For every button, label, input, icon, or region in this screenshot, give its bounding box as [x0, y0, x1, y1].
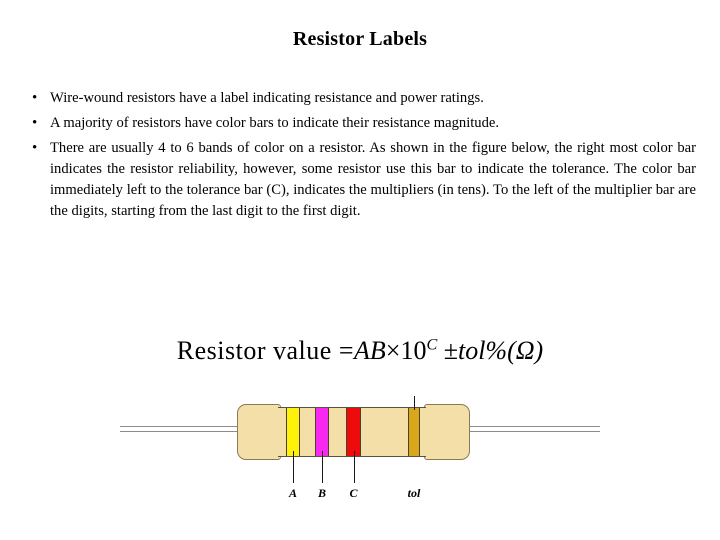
resistor-lead-right: [466, 426, 600, 432]
band-label-a: A: [288, 486, 298, 500]
resistor-body-left-cap: [237, 404, 281, 460]
resistor-body-right-cap: [424, 404, 470, 460]
formula-digits: AB: [354, 336, 386, 365]
list-item-text: Wire-wound resistors have a label indica…: [50, 90, 484, 106]
list-item-text: A majority of resistors have color bars …: [50, 115, 500, 131]
list-item-text: There are usually 4 to 6 bands of color …: [50, 140, 696, 219]
resistor-band-tol: [408, 408, 420, 456]
list-item: • A majority of resistors have color bar…: [28, 113, 696, 134]
list-item: • Wire-wound resistors have a label indi…: [28, 88, 696, 109]
bullet-list: • Wire-wound resistors have a label indi…: [28, 88, 696, 226]
formula-times-symbol: ×: [385, 336, 401, 365]
list-item: • There are usually 4 to 6 bands of colo…: [28, 138, 696, 222]
formula-left-hand-side: Resistor value =: [176, 336, 354, 365]
leader-line-a: [293, 451, 294, 483]
formula-exponent: C: [426, 336, 438, 354]
band-label-c: C: [349, 486, 358, 500]
leader-line-tol: [414, 396, 415, 410]
resistor-value-formula: Resistor value =AB×10C ±tol%(Ω): [0, 336, 720, 366]
resistor-band-c: [346, 408, 361, 456]
formula-base: 10: [400, 336, 427, 365]
bullet-point-icon: •: [32, 115, 38, 131]
band-label-b: B: [317, 486, 327, 500]
resistor-body-barrel: [278, 407, 426, 457]
resistor-band-a: [286, 408, 300, 456]
resistor-lead-left: [120, 426, 242, 432]
formula-right-hand-side: AB×10C ±tol%(Ω): [354, 336, 543, 365]
leader-line-b: [322, 451, 323, 483]
resistor-band-b: [315, 408, 329, 456]
band-label-tol: tol: [407, 486, 421, 500]
formula-tolerance: tol%: [457, 336, 508, 365]
bullet-point-icon: •: [32, 140, 38, 156]
bullet-point-icon: •: [32, 90, 38, 106]
leader-line-c: [353, 451, 355, 483]
formula-unit-ohm: (Ω): [507, 336, 544, 365]
page-title: Resistor Labels: [292, 28, 428, 50]
formula-plus-minus-symbol: ±: [443, 336, 458, 365]
